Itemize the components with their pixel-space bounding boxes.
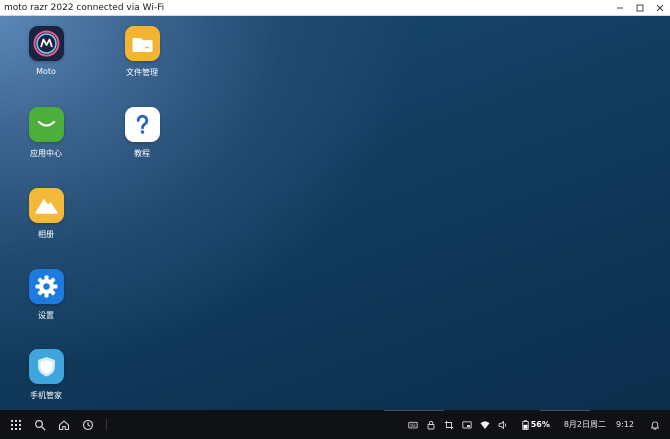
volume-button[interactable]	[494, 413, 512, 437]
app-appstore[interactable]: 应用中心	[12, 107, 80, 159]
app-label: Moto	[36, 67, 56, 76]
keyboard-button[interactable]	[404, 413, 422, 437]
close-icon	[656, 4, 664, 11]
keyboard-icon	[408, 421, 418, 428]
home-icon	[58, 419, 70, 430]
battery-icon	[522, 419, 529, 430]
lock-icon	[427, 420, 435, 429]
search-button[interactable]	[28, 413, 52, 437]
shopping-bag-icon	[28, 107, 64, 142]
cast-icon	[462, 420, 472, 428]
maximize-icon	[636, 4, 644, 11]
minimize-button[interactable]	[610, 0, 630, 16]
app-gallery[interactable]: 相册	[12, 188, 80, 240]
app-label: 教程	[134, 149, 150, 158]
home-button[interactable]	[52, 413, 76, 437]
taskbar-divider	[384, 410, 444, 411]
mountain-icon	[28, 188, 64, 223]
lock-button[interactable]	[422, 413, 440, 437]
battery-percent: 56%	[530, 420, 550, 429]
clock-icon	[82, 419, 94, 430]
taskbar-separator	[106, 418, 107, 431]
date-label: 8月2日周二	[563, 420, 607, 429]
close-button[interactable]	[650, 0, 670, 16]
volume-icon	[498, 420, 506, 429]
app-moto[interactable]: Moto	[12, 26, 80, 76]
battery-status[interactable]: 56%	[522, 419, 550, 430]
app-files[interactable]: 文件管理	[108, 26, 176, 78]
bell-icon	[651, 421, 659, 430]
app-label: 文件管理	[126, 68, 158, 77]
window-title: moto razr 2022 connected via Wi-Fi	[4, 2, 165, 13]
minimize-icon	[617, 7, 623, 8]
taskbar: 56% 8月2日周二 9:12	[0, 410, 670, 439]
moto-logo-icon	[28, 26, 64, 61]
app-drawer-button[interactable]	[4, 413, 28, 437]
cast-button[interactable]	[458, 413, 476, 437]
shield-icon	[28, 349, 64, 384]
grid-icon	[11, 419, 21, 430]
window-title-bar: moto razr 2022 connected via Wi-Fi	[0, 0, 670, 16]
screenshot-button[interactable]	[440, 413, 458, 437]
recents-button[interactable]	[76, 413, 100, 437]
folder-icon	[124, 26, 160, 61]
app-label: 设置	[38, 311, 54, 320]
taskbar-divider	[540, 410, 590, 411]
app-settings[interactable]: 设置	[12, 269, 80, 321]
maximize-button[interactable]	[630, 0, 650, 16]
gear-icon	[28, 269, 64, 304]
app-label: 手机管家	[30, 391, 62, 400]
time-label: 9:12	[616, 420, 634, 429]
crop-icon	[444, 420, 453, 429]
question-mark-icon	[124, 107, 160, 142]
app-label: 应用中心	[30, 149, 62, 158]
desktop: Moto 文件管理 应用中心 教程 相册 设置 手机管家	[0, 16, 670, 410]
app-security[interactable]: 手机管家	[12, 349, 80, 401]
notifications-button[interactable]	[646, 413, 664, 437]
app-tutorial[interactable]: 教程	[108, 107, 176, 159]
app-label: 相册	[38, 230, 54, 239]
wifi-status[interactable]	[476, 413, 494, 437]
search-icon	[34, 419, 46, 430]
wifi-icon	[480, 420, 490, 429]
